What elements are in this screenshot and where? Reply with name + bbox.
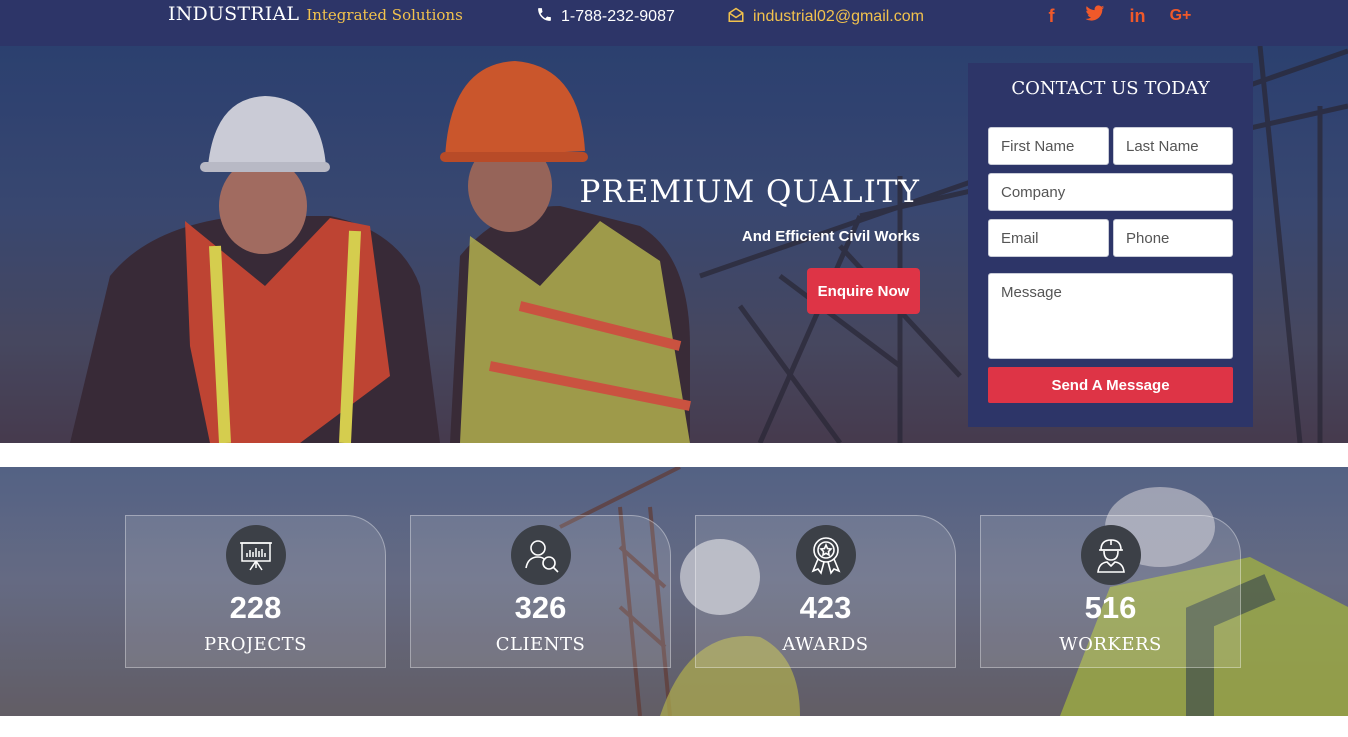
stat-label: CLIENTS (495, 634, 586, 655)
facebook-link[interactable]: f (1030, 4, 1073, 28)
email-contact[interactable]: industrial02@gmail.com (727, 6, 924, 27)
stat-card-awards: 423 AWARDS (695, 515, 956, 668)
first-name-field[interactable]: First Name (988, 127, 1109, 165)
twitter-link[interactable] (1073, 4, 1116, 28)
facebook-icon: f (1048, 5, 1055, 26)
stat-value: 326 (514, 590, 567, 625)
contact-form: CONTACT US TODAY First Name Last Name Co… (968, 63, 1253, 427)
stat-value: 228 (229, 590, 282, 625)
phone-number: 1-788-232-9087 (561, 7, 675, 25)
company-field[interactable]: Company (988, 173, 1233, 211)
message-textarea[interactable]: Message (988, 273, 1233, 359)
phone-contact[interactable]: 1-788-232-9087 (536, 6, 675, 27)
twitter-icon (1085, 5, 1105, 27)
stat-value: 423 (799, 590, 852, 625)
stat-value: 516 (1084, 590, 1137, 625)
linkedin-icon: in (1129, 5, 1146, 26)
last-name-field[interactable]: Last Name (1113, 127, 1233, 165)
stat-card-projects: 228 PROJECTS (125, 515, 386, 668)
phone-field[interactable]: Phone (1113, 219, 1233, 257)
stat-label: WORKERS (1059, 634, 1162, 655)
google-plus-link[interactable]: G+ (1159, 4, 1202, 28)
google-plus-icon: G+ (1169, 7, 1192, 24)
presentation-board-icon (226, 525, 286, 585)
stat-label: AWARDS (782, 634, 869, 655)
hero-subtitle: And Efficient Civil Works (741, 228, 920, 245)
form-title: CONTACT US TODAY (1011, 78, 1210, 99)
stats-section: 228 PROJECTS 326 CLIENTS 423 AWARDS 516 … (0, 467, 1348, 716)
send-message-button[interactable]: Send A Message (988, 367, 1233, 403)
worker-helmet-icon (1081, 525, 1141, 585)
user-search-icon (511, 525, 571, 585)
email-address: industrial02@gmail.com (753, 7, 924, 25)
enquire-now-button[interactable]: Enquire Now (807, 268, 920, 314)
envelope-icon (727, 6, 745, 27)
award-ribbon-icon (796, 525, 856, 585)
social-links: f in G+ (1030, 4, 1202, 28)
top-bar: INDUSTRIAL Integrated Solutions 1-788-23… (0, 0, 1348, 46)
brand-name: INDUSTRIAL (168, 3, 300, 25)
stat-card-workers: 516 WORKERS (980, 515, 1241, 668)
stat-label: PROJECTS (204, 634, 307, 655)
hero-title: PREMIUM QUALITY (579, 174, 920, 210)
phone-icon (536, 6, 553, 27)
brand-logo[interactable]: INDUSTRIAL Integrated Solutions (168, 3, 463, 25)
brand-tagline: Integrated Solutions (306, 6, 463, 24)
stat-card-clients: 326 CLIENTS (410, 515, 671, 668)
linkedin-link[interactable]: in (1116, 4, 1159, 28)
email-field[interactable]: Email (988, 219, 1109, 257)
